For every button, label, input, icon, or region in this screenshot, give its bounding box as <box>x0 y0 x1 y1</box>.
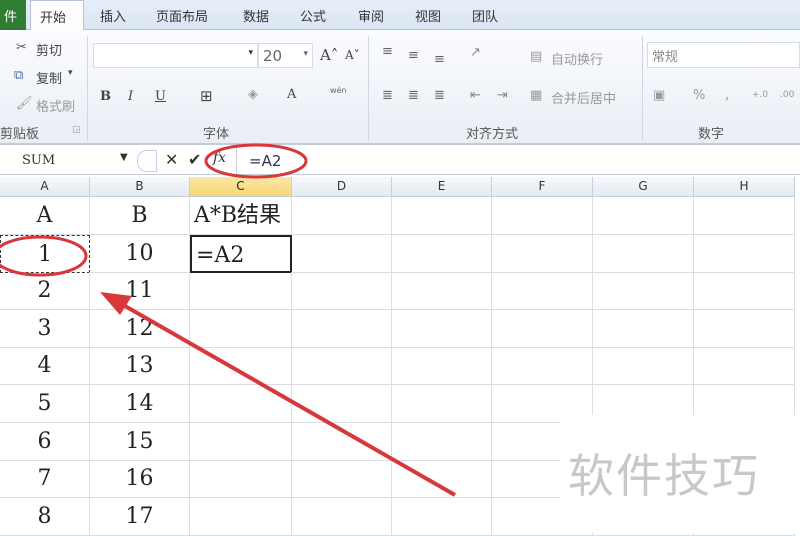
annotation-arrow-shaft <box>117 300 456 497</box>
annotation-circle-formula <box>204 143 308 179</box>
annotation-arrow-head <box>100 292 132 315</box>
annotation-layer <box>0 143 456 497</box>
annotation-circle-a2 <box>0 235 88 277</box>
